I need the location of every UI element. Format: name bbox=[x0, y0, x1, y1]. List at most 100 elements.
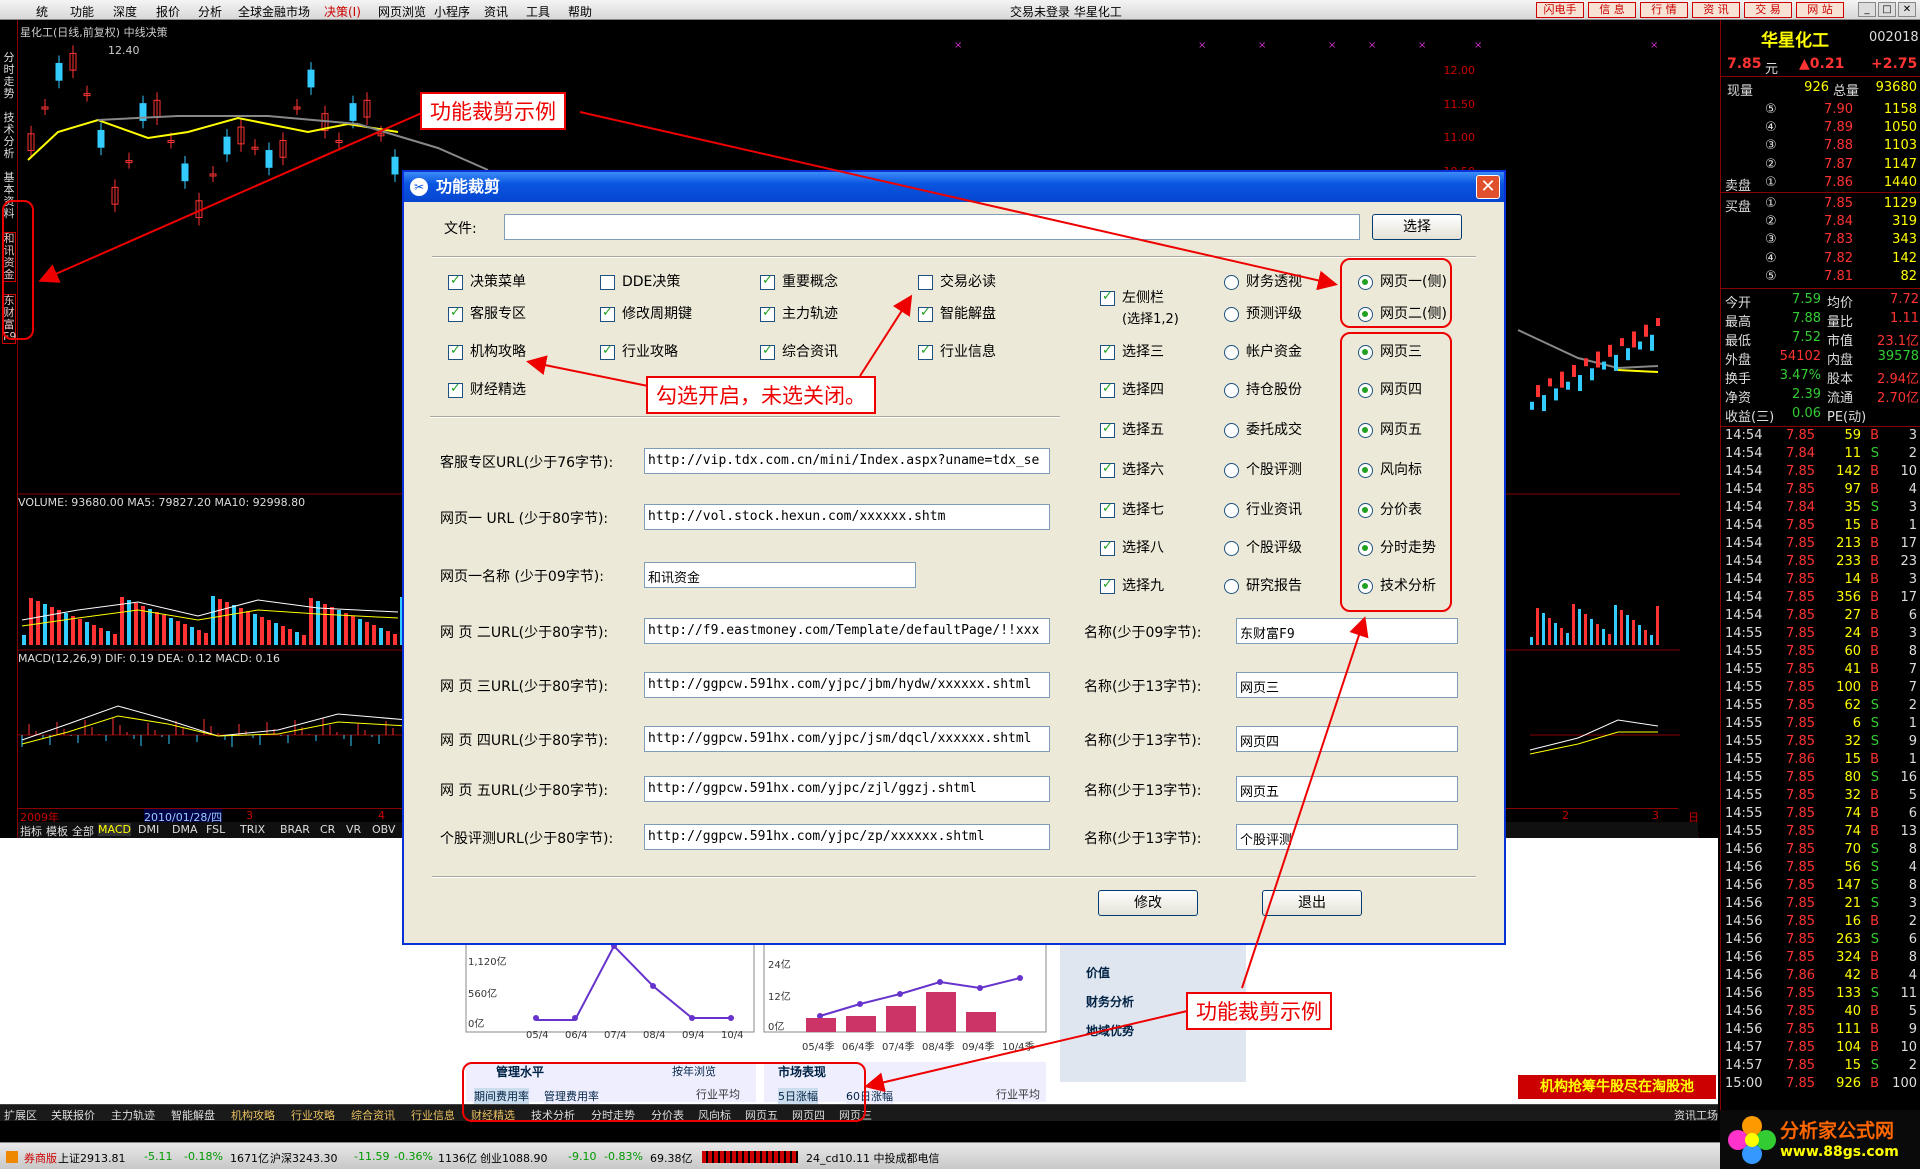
left-bar-checkbox[interactable]: 左侧栏 bbox=[1100, 289, 1164, 306]
dialog-titlebar[interactable]: ✂ 功能裁剪 bbox=[404, 172, 1504, 202]
panel-radio[interactable]: 持仓股份 bbox=[1224, 382, 1302, 398]
url-input[interactable]: http://f9.eastmoney.com/Template/default… bbox=[644, 618, 1050, 644]
window-control-icon[interactable]: ✕ bbox=[1898, 2, 1916, 17]
select-button[interactable]: 选择 bbox=[1372, 214, 1462, 240]
tick-side: B bbox=[1870, 1022, 1879, 1037]
top-button[interactable]: 信 息 bbox=[1588, 2, 1636, 18]
menu-item[interactable]: 报价 bbox=[156, 3, 180, 20]
menu-item[interactable]: 工具 bbox=[526, 3, 550, 20]
dialog-close-button[interactable]: ✕ bbox=[1476, 175, 1500, 199]
lower-left-xtick: 09/4 bbox=[682, 1030, 705, 1041]
url-input[interactable]: http://ggpcw.591hx.com/yjpc/jsm/dqcl/xxx… bbox=[644, 726, 1050, 752]
url-input[interactable]: http://vip.tdx.com.cn/mini/Index.aspx?un… bbox=[644, 448, 1050, 474]
left-tab[interactable]: 分时走势 bbox=[2, 52, 16, 100]
feature-checkbox[interactable]: 财经精选 bbox=[448, 381, 526, 398]
menu-item[interactable]: 统 bbox=[36, 3, 48, 20]
feature-checkbox[interactable]: 决策菜单 bbox=[448, 273, 526, 290]
modify-button[interactable]: 修改 bbox=[1098, 890, 1198, 916]
side-menu-item[interactable]: 财务分析 bbox=[1086, 993, 1134, 1010]
panel-radio[interactable]: 委托成交 bbox=[1224, 422, 1302, 438]
menu-item[interactable]: 小程序 bbox=[434, 3, 470, 20]
menu-item[interactable]: 帮助 bbox=[568, 3, 592, 20]
bottom-tab[interactable]: 扩展区 bbox=[4, 1107, 37, 1123]
choice-checkbox[interactable]: 选择七 bbox=[1100, 501, 1164, 518]
panel-radio[interactable]: 研究报告 bbox=[1224, 578, 1302, 594]
top-button[interactable]: 网 站 bbox=[1796, 2, 1844, 18]
file-input[interactable] bbox=[504, 214, 1360, 240]
panel-radio[interactable]: 财务透视 bbox=[1224, 274, 1302, 290]
menu-item[interactable]: 决策(I) bbox=[324, 3, 361, 20]
window-control-icon[interactable]: _ bbox=[1858, 2, 1876, 17]
indicator-tab[interactable]: OBV bbox=[372, 823, 395, 836]
panel-radio[interactable]: 个股评级 bbox=[1224, 540, 1302, 556]
choice-checkbox[interactable]: 选择六 bbox=[1100, 461, 1164, 478]
top-button[interactable]: 交 易 bbox=[1744, 2, 1792, 18]
bottom-tab[interactable]: 智能解盘 bbox=[171, 1107, 215, 1123]
choice-checkbox[interactable]: 选择五 bbox=[1100, 421, 1164, 438]
panel-radio[interactable]: 帐户资金 bbox=[1224, 344, 1302, 360]
feature-checkbox[interactable]: 客服专区 bbox=[448, 305, 526, 322]
side-menu-item[interactable]: 价值 bbox=[1086, 964, 1110, 981]
indicator-tab[interactable]: TRIX bbox=[240, 823, 265, 836]
left-tab[interactable]: 技术分析 bbox=[2, 112, 16, 160]
menu-item[interactable]: 资讯 bbox=[484, 3, 508, 20]
choice-checkbox[interactable]: 选择八 bbox=[1100, 539, 1164, 556]
bottom-tab[interactable]: 主力轨迹 bbox=[111, 1107, 155, 1123]
panel-radio[interactable]: 个股评测 bbox=[1224, 462, 1302, 478]
choice-checkbox[interactable]: 选择四 bbox=[1100, 381, 1164, 398]
choice-checkbox[interactable]: 选择九 bbox=[1100, 577, 1164, 594]
indicator-tab[interactable]: CR bbox=[320, 823, 335, 836]
feature-checkbox[interactable]: 修改周期键 bbox=[600, 305, 692, 322]
feature-checkbox[interactable]: 智能解盘 bbox=[918, 305, 996, 322]
url-input[interactable]: http://ggpcw.591hx.com/yjpc/zjl/ggzj.sht… bbox=[644, 776, 1050, 802]
menu-item[interactable]: 网页浏览 bbox=[378, 3, 426, 20]
bottom-tab[interactable]: 关联报价 bbox=[51, 1107, 95, 1123]
menu-item[interactable]: 功能 bbox=[70, 3, 94, 20]
menu-item[interactable]: 深度 bbox=[113, 3, 137, 20]
feature-checkbox[interactable]: 重要概念 bbox=[760, 273, 838, 290]
feature-checkbox[interactable]: 交易必读 bbox=[918, 274, 996, 290]
name-input[interactable]: 网页五 bbox=[1236, 776, 1458, 802]
menu-item[interactable]: 分析 bbox=[198, 3, 222, 20]
name-input[interactable]: 东财富F9 bbox=[1236, 618, 1458, 644]
url-input[interactable]: 和讯资金 bbox=[644, 562, 916, 588]
menu-item[interactable]: 全球金融市场 bbox=[238, 3, 310, 20]
name-input[interactable]: 个股评测 bbox=[1236, 824, 1458, 850]
indicator-tab[interactable]: BRAR bbox=[280, 823, 310, 836]
feature-checkbox[interactable]: 行业信息 bbox=[918, 343, 996, 360]
bottom-tab[interactable]: 行业攻略 bbox=[291, 1107, 335, 1123]
name-input[interactable]: 网页三 bbox=[1236, 672, 1458, 698]
url-input[interactable]: http://ggpcw.591hx.com/yjpc/zp/xxxxxx.sh… bbox=[644, 824, 1050, 850]
feature-checkbox[interactable]: DDE决策 bbox=[600, 274, 680, 290]
bottom-tab[interactable]: 机构攻略 bbox=[231, 1107, 275, 1123]
window-control-icon[interactable]: □ bbox=[1878, 2, 1896, 17]
indicator-tab[interactable]: 指标 bbox=[20, 823, 42, 839]
url-input[interactable]: http://ggpcw.591hx.com/yjpc/jbm/hydw/xxx… bbox=[644, 672, 1050, 698]
feature-checkbox[interactable]: 机构攻略 bbox=[448, 343, 526, 360]
top-button[interactable]: 行 情 bbox=[1640, 2, 1688, 18]
indicator-tab[interactable]: DMA bbox=[172, 823, 198, 836]
indicator-tab[interactable]: DMI bbox=[138, 823, 159, 836]
indicator-tab[interactable]: 全部 bbox=[72, 823, 94, 839]
feature-checkbox[interactable]: 主力轨迹 bbox=[760, 305, 838, 322]
panel-radio[interactable]: 行业资讯 bbox=[1224, 502, 1302, 518]
chart-high-label: 12.40 bbox=[108, 44, 140, 57]
indicator-tab[interactable]: MACD bbox=[98, 823, 131, 836]
panel-radio[interactable]: 预测评级 bbox=[1224, 306, 1302, 322]
url-input[interactable]: http://vol.stock.hexun.com/xxxxxx.shtm bbox=[644, 504, 1050, 530]
bottom-tab[interactable]: 行业信息 bbox=[411, 1107, 455, 1123]
indicator-tab[interactable]: 模板 bbox=[46, 823, 68, 839]
side-menu-item[interactable]: 地域优势 bbox=[1086, 1022, 1134, 1039]
name-input[interactable]: 网页四 bbox=[1236, 726, 1458, 752]
exit-button[interactable]: 退出 bbox=[1262, 890, 1362, 916]
top-button[interactable]: 资 讯 bbox=[1692, 2, 1740, 18]
choice-checkbox[interactable]: 选择三 bbox=[1100, 343, 1164, 360]
feature-checkbox[interactable]: 行业攻略 bbox=[600, 343, 678, 360]
feature-checkbox[interactable]: 综合资讯 bbox=[760, 343, 838, 360]
top-button[interactable]: 闪电手 bbox=[1536, 2, 1584, 18]
indicator-tab[interactable]: VR bbox=[346, 823, 361, 836]
indicator-tab[interactable]: FSL bbox=[206, 823, 225, 836]
ad-banner[interactable]: 机构抢筹牛股尽在淘股池 bbox=[1518, 1075, 1716, 1099]
bottom-tab[interactable]: 综合资讯 bbox=[351, 1107, 395, 1123]
bottom-tab-right[interactable]: 资讯工场 bbox=[1674, 1107, 1718, 1123]
